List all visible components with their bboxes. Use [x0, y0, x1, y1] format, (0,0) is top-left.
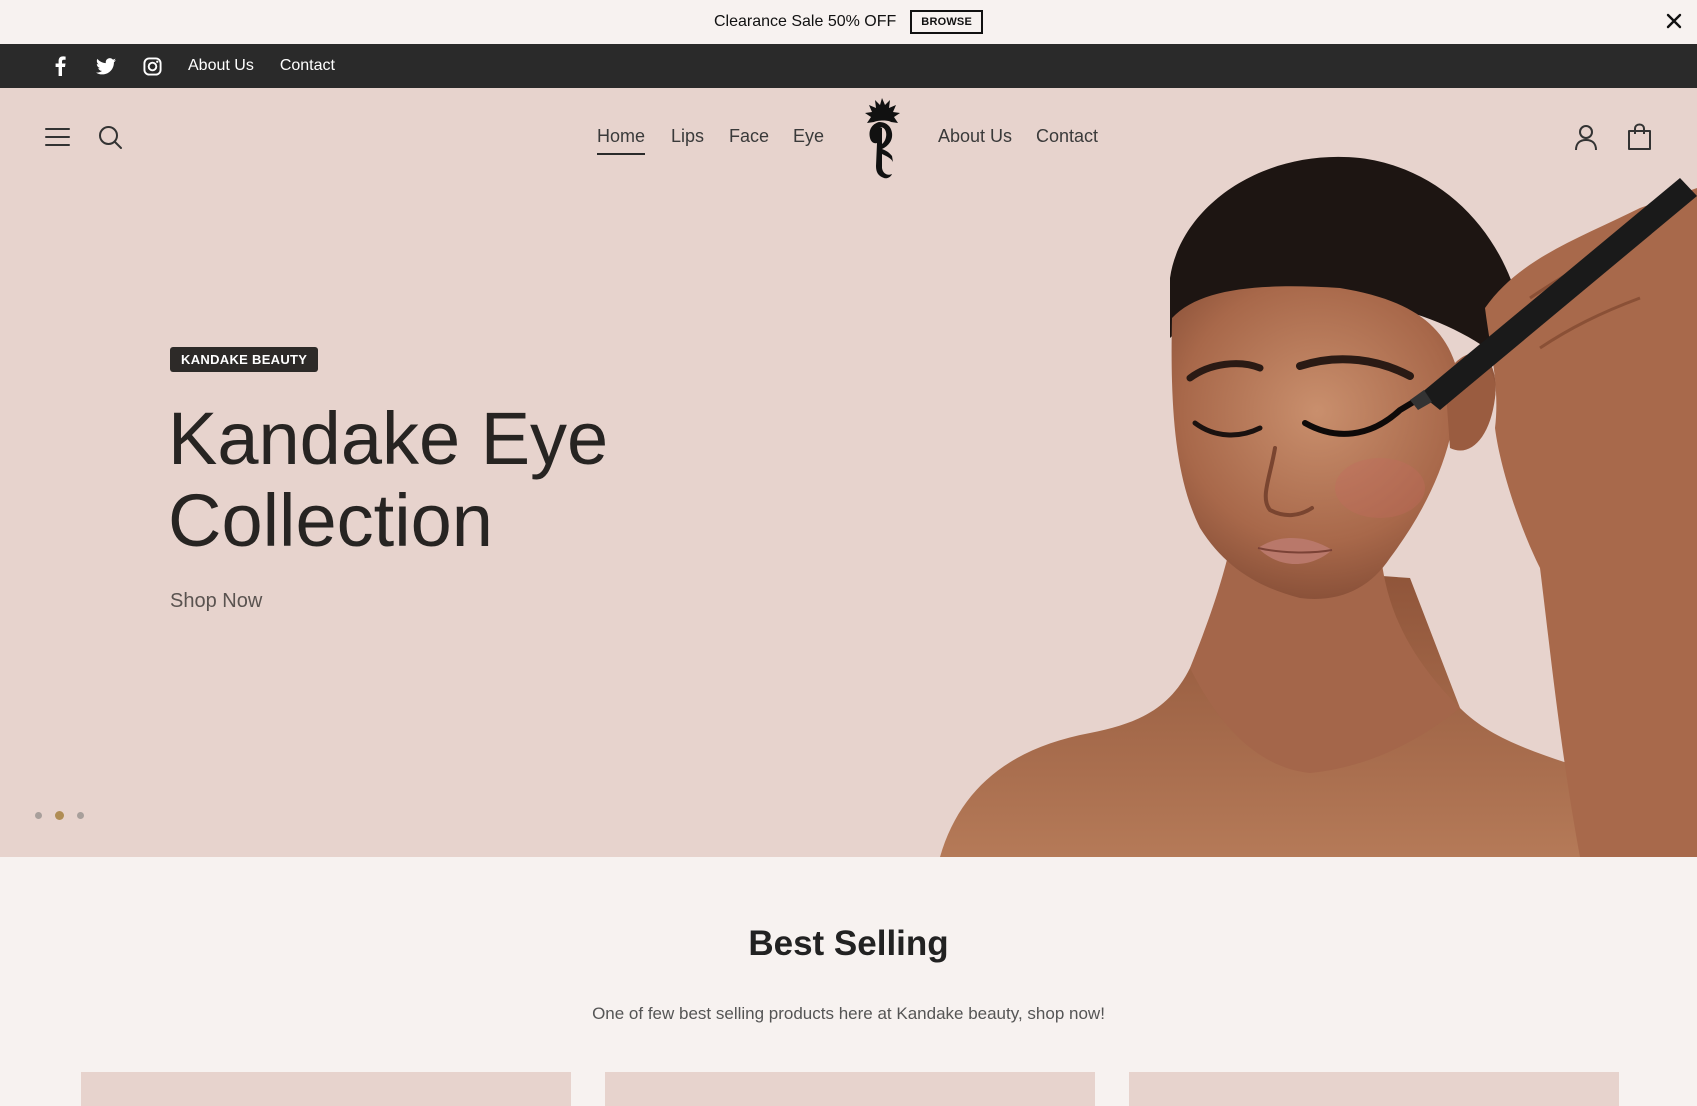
hero-title: Kandake Eye Collection	[168, 398, 728, 562]
nav-eye[interactable]: Eye	[793, 126, 824, 147]
active-underline	[597, 153, 646, 155]
slider-dot-1[interactable]	[35, 812, 42, 819]
hero-title-line1: Kandake Eye	[168, 397, 609, 480]
nav-lips[interactable]: Lips	[671, 126, 704, 147]
product-card[interactable]	[81, 1072, 571, 1106]
facebook-icon[interactable]	[50, 56, 70, 76]
menu-icon[interactable]	[45, 127, 70, 147]
slider-dot-3[interactable]	[77, 812, 84, 819]
cart-icon[interactable]	[1627, 123, 1652, 151]
nav-home[interactable]: Home	[597, 126, 646, 155]
nav-about[interactable]: About Us	[938, 126, 1012, 147]
hero-title-line2: Collection	[168, 479, 493, 562]
announcement-bar: Clearance Sale 50% OFF BROWSE	[0, 0, 1697, 44]
best-selling-title: Best Selling	[748, 924, 949, 963]
announcement-text: Clearance Sale 50% OFF	[713, 13, 897, 30]
hero-badge: KANDAKE BEAUTY	[170, 347, 319, 372]
best-selling-subtitle: One of few best selling products here at…	[592, 1004, 1105, 1023]
slider-dot-2[interactable]	[55, 811, 64, 820]
top-utility-bar: About Us Contact	[0, 44, 1697, 88]
search-icon[interactable]	[98, 125, 123, 150]
nav-face[interactable]: Face	[729, 126, 769, 147]
browse-button[interactable]: BROWSE	[910, 10, 983, 34]
account-icon[interactable]	[1574, 124, 1598, 151]
product-card[interactable]	[1129, 1072, 1619, 1106]
shop-now-link[interactable]: Shop Now	[170, 590, 262, 613]
instagram-icon[interactable]	[142, 56, 162, 76]
hero-banner: Home Lips Face Eye About Us Contact KAND…	[0, 88, 1697, 857]
topbar-link-about[interactable]: About Us	[188, 57, 254, 75]
product-card[interactable]	[605, 1072, 1095, 1106]
nav-contact[interactable]: Contact	[1036, 126, 1098, 147]
nav-home-label: Home	[597, 126, 646, 146]
brand-logo[interactable]	[858, 96, 906, 182]
twitter-icon[interactable]	[96, 56, 116, 76]
hero-model-image	[940, 156, 1697, 857]
slider-dots	[35, 811, 84, 820]
topbar-link-contact[interactable]: Contact	[280, 57, 335, 75]
close-icon[interactable]	[1663, 10, 1685, 32]
